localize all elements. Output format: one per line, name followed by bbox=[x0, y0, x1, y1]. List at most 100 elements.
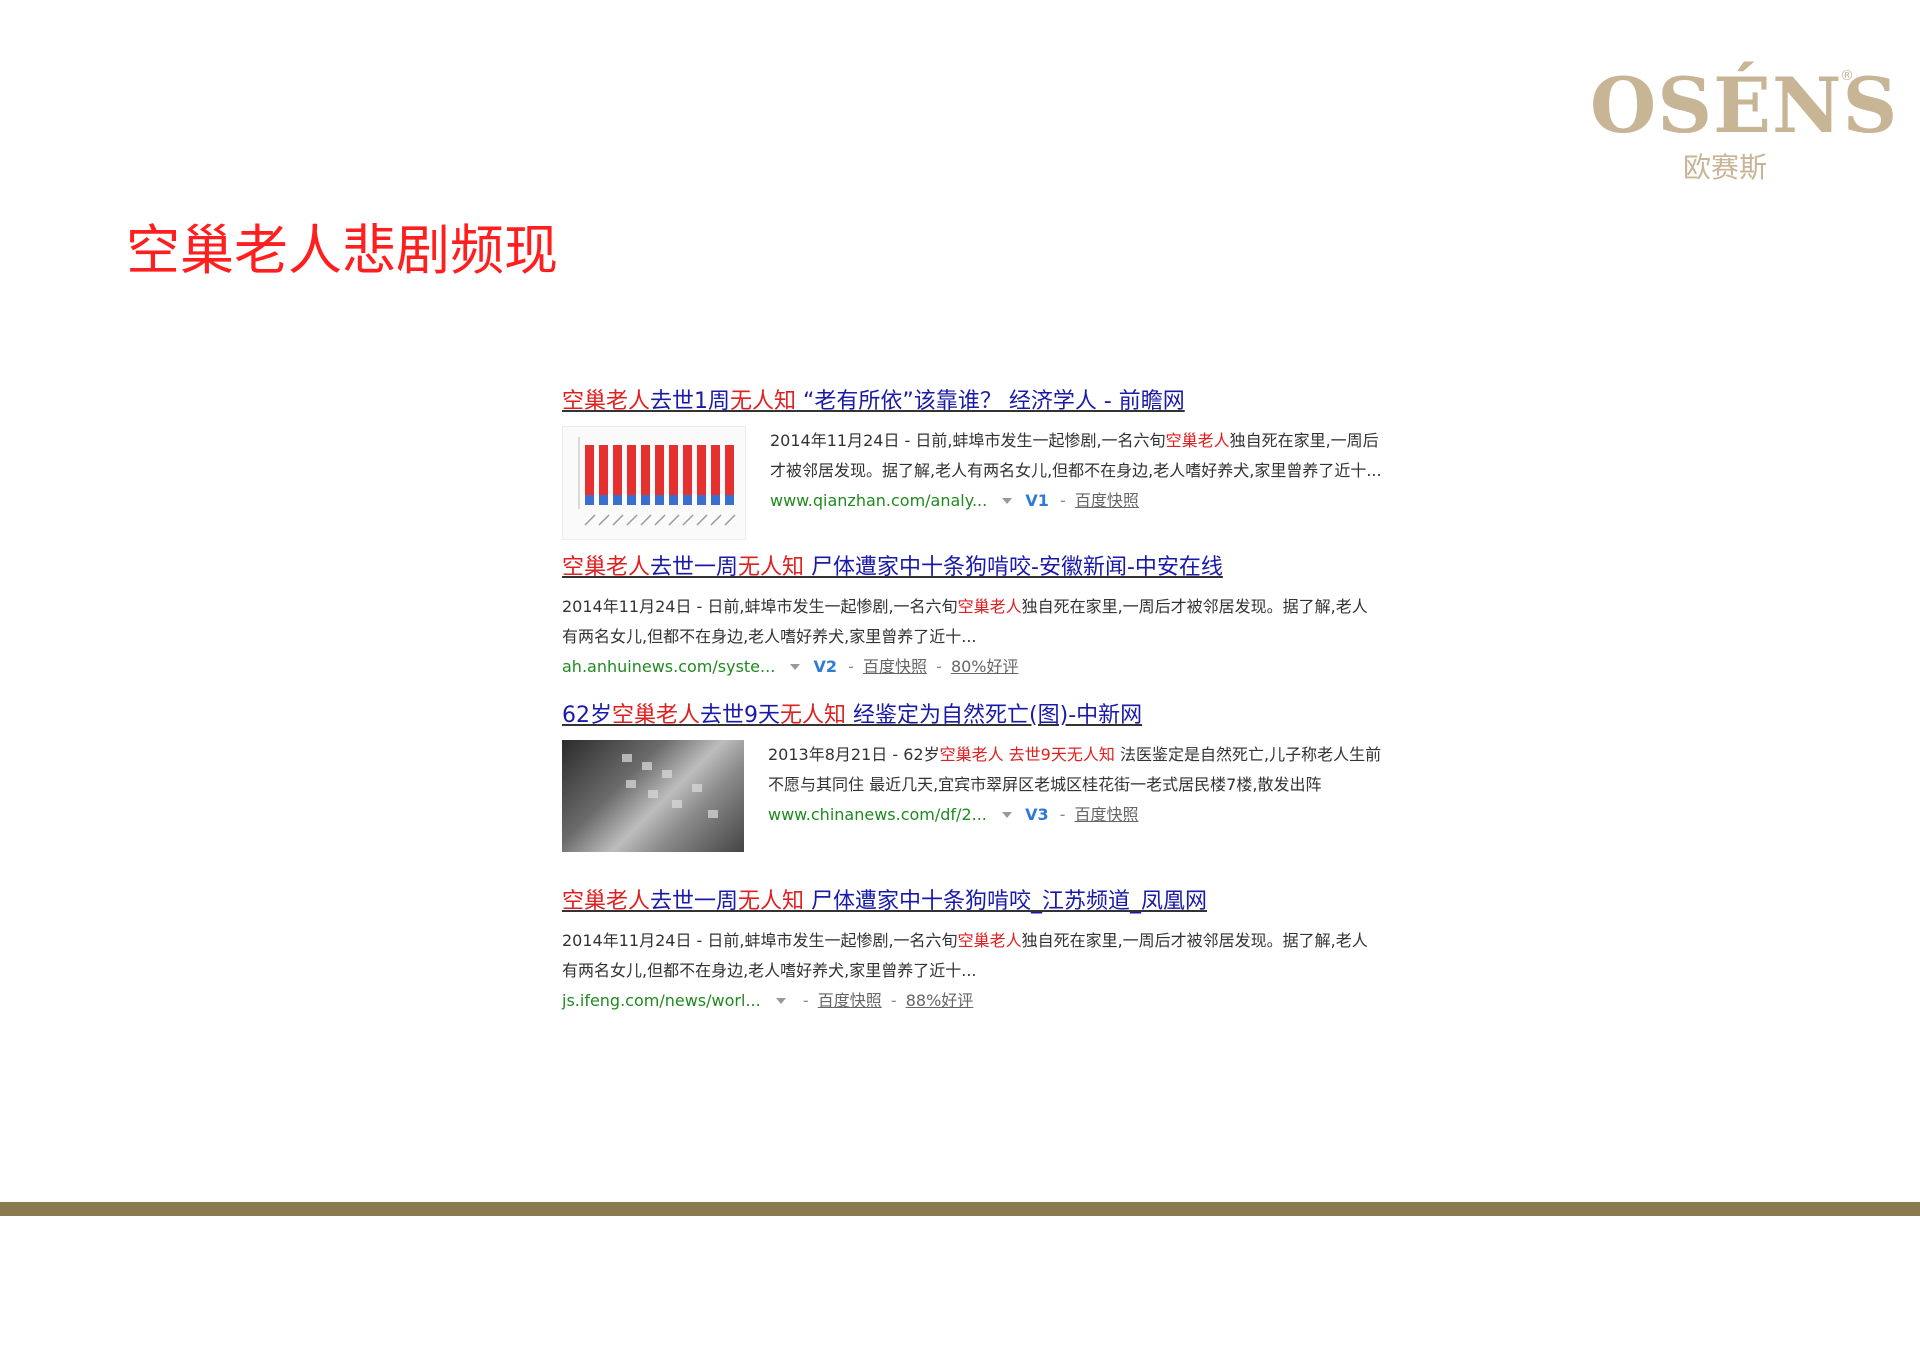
thumb-bar-red bbox=[655, 445, 664, 495]
result-url[interactable]: www.qianzhan.com/analy... bbox=[770, 491, 987, 510]
abstract-text: 2014年11月24日 - 日前,蚌埠市发生一起惨剧,一名六旬 bbox=[562, 931, 958, 950]
thumb-tick bbox=[640, 514, 652, 526]
abstract-highlight: 空巢老人 bbox=[957, 597, 1022, 616]
search-results-list: 空巢老人去世1周无人知 “老有所依”该靠谁？ 经济学人 - 前瞻网 2014年1… bbox=[562, 382, 1382, 1012]
result-title-link[interactable]: 空巢老人去世一周无人知 尸体遭家中十条狗啃咬-安徽新闻-中安在线 bbox=[562, 555, 1223, 580]
result-title-link[interactable]: 空巢老人去世1周无人知 “老有所依”该靠谁？ 经济学人 - 前瞻网 bbox=[562, 389, 1185, 414]
separator: - bbox=[1059, 805, 1066, 824]
title-keyword: 空巢老人 bbox=[612, 703, 701, 728]
verify-badge-icon[interactable]: V1 bbox=[1025, 491, 1049, 510]
result-abstract: 2014年11月24日 - 日前,蚌埠市发生一起惨剧,一名六旬空巢老人独自死在家… bbox=[562, 926, 1382, 986]
thumb-bar-blue bbox=[585, 495, 594, 505]
thumb-bar-blue bbox=[613, 495, 622, 505]
title-keyword: 无人知 bbox=[730, 389, 797, 414]
thumb-bar-blue bbox=[711, 495, 720, 505]
result-url[interactable]: js.ifeng.com/news/worl... bbox=[562, 991, 761, 1010]
thumb-bar-red bbox=[725, 445, 734, 495]
result-meta: ah.anhuinews.com/syste... V2 - 百度快照 - 80… bbox=[562, 652, 1382, 682]
title-text: 62岁 bbox=[562, 703, 612, 728]
thumb-tick bbox=[612, 514, 624, 526]
thumbnail-bar-chart bbox=[578, 437, 736, 526]
title-keyword: 空巢老人 bbox=[562, 389, 651, 414]
thumb-bar-blue bbox=[655, 495, 664, 505]
title-keyword: 无人知 bbox=[780, 703, 847, 728]
search-result: 空巢老人去世一周无人知 尸体遭家中十条狗啃咬-安徽新闻-中安在线 2014年11… bbox=[562, 548, 1382, 696]
thumb-tick bbox=[668, 514, 680, 526]
thumb-tick bbox=[682, 514, 694, 526]
result-title-link[interactable]: 空巢老人去世一周无人知 尸体遭家中十条狗啃咬_江苏频道_凤凰网 bbox=[562, 889, 1207, 914]
result-title-link[interactable]: 62岁空巢老人去世9天无人知 经鉴定为自然死亡(图)-中新网 bbox=[562, 703, 1142, 728]
abstract-text: 2013年8月21日 - 62岁 bbox=[768, 745, 940, 764]
result-abstract: 2014年11月24日 - 日前,蚌埠市发生一起惨剧,一名六旬空巢老人独自死在家… bbox=[770, 426, 1382, 486]
separator: - bbox=[848, 657, 854, 676]
thumb-bar-red bbox=[683, 445, 692, 495]
osens-logo: OSÉNS ® 欧赛斯 bbox=[1590, 68, 1897, 186]
separator: - bbox=[936, 657, 942, 676]
abstract-highlight: 空巢老人 bbox=[1165, 431, 1230, 450]
title-text: 去世1周 bbox=[650, 389, 731, 414]
baidu-snapshot-link[interactable]: 百度快照 bbox=[863, 657, 927, 676]
baidu-snapshot-link[interactable]: 百度快照 bbox=[1075, 805, 1139, 824]
separator: - bbox=[890, 991, 897, 1010]
result-abstract: 2014年11月24日 - 日前,蚌埠市发生一起惨剧,一名六旬空巢老人独自死在家… bbox=[562, 592, 1382, 652]
abstract-highlight: 去世9天 bbox=[1003, 745, 1067, 764]
result-title: 空巢老人去世一周无人知 尸体遭家中十条狗啃咬_江苏频道_凤凰网 bbox=[562, 882, 1382, 922]
result-url[interactable]: ah.anhuinews.com/syste... bbox=[562, 657, 775, 676]
thumb-tick bbox=[724, 514, 736, 526]
abstract-text: 2014年11月24日 - 日前,蚌埠市发生一起惨剧,一名六旬 bbox=[562, 597, 958, 616]
thumb-bar-red bbox=[641, 445, 650, 495]
thumb-bar-red bbox=[697, 445, 706, 495]
result-meta: www.chinanews.com/df/2... V3 - 百度快照 bbox=[768, 800, 1382, 830]
title-text: 去世一周 bbox=[650, 555, 739, 580]
thumb-bar-blue bbox=[627, 495, 636, 505]
separator: - bbox=[1060, 491, 1066, 510]
result-title: 62岁空巢老人去世9天无人知 经鉴定为自然死亡(图)-中新网 bbox=[562, 696, 1382, 736]
thumb-bar-red bbox=[613, 445, 622, 495]
thumb-tick bbox=[598, 514, 610, 526]
result-url[interactable]: www.chinanews.com/df/2... bbox=[768, 805, 987, 824]
abstract-highlight: 空巢老人 bbox=[957, 931, 1022, 950]
slide-title: 空巢老人悲剧频现 bbox=[126, 219, 558, 282]
thumb-bar-red bbox=[599, 445, 608, 495]
result-meta: js.ifeng.com/news/worl... - 百度快照 - 88%好评 bbox=[562, 986, 1382, 1016]
result-thumbnail-chart[interactable] bbox=[562, 426, 746, 540]
separator: - bbox=[802, 991, 809, 1010]
search-result: 62岁空巢老人去世9天无人知 经鉴定为自然死亡(图)-中新网 2013年8月21… bbox=[562, 696, 1382, 882]
result-thumbnail-photo[interactable] bbox=[562, 740, 744, 852]
abstract-highlight: 空巢老人 bbox=[939, 745, 1004, 764]
thumb-bar-blue bbox=[725, 495, 734, 505]
thumb-bar-blue bbox=[697, 495, 706, 505]
title-text: 去世一周 bbox=[650, 889, 739, 914]
title-keyword: 无人知 bbox=[738, 889, 805, 914]
thumb-tick bbox=[710, 514, 722, 526]
result-title: 空巢老人去世1周无人知 “老有所依”该靠谁？ 经济学人 - 前瞻网 bbox=[562, 382, 1382, 422]
title-keyword: 空巢老人 bbox=[562, 889, 651, 914]
title-keyword: 无人知 bbox=[738, 555, 805, 580]
title-text: “老有所依”该靠谁？ 经济学人 - 前瞻网 bbox=[796, 389, 1185, 414]
rating-link[interactable]: 80%好评 bbox=[951, 657, 1019, 676]
thumb-bar-blue bbox=[683, 495, 692, 505]
dropdown-arrow-icon[interactable] bbox=[1002, 497, 1013, 504]
title-text: 尸体遭家中十条狗啃咬_江苏频道_凤凰网 bbox=[804, 889, 1208, 914]
thumb-tick bbox=[584, 514, 596, 526]
dropdown-arrow-icon[interactable] bbox=[790, 663, 801, 670]
title-text: 去世9天 bbox=[700, 703, 781, 728]
rating-link[interactable]: 88%好评 bbox=[906, 991, 974, 1010]
dropdown-arrow-icon[interactable] bbox=[1001, 811, 1012, 818]
abstract-text: 2014年11月24日 - 日前,蚌埠市发生一起惨剧,一名六旬 bbox=[770, 431, 1166, 450]
baidu-snapshot-link[interactable]: 百度快照 bbox=[818, 991, 882, 1010]
thumb-bar-red bbox=[627, 445, 636, 495]
thumb-bar-blue bbox=[641, 495, 650, 505]
thumb-bar-blue bbox=[669, 495, 678, 505]
dropdown-arrow-icon[interactable] bbox=[775, 997, 786, 1004]
footer-divider bbox=[0, 1202, 1920, 1216]
thumb-bar-red bbox=[711, 445, 720, 495]
thumb-bar-red bbox=[585, 445, 594, 495]
verify-badge-icon[interactable]: V3 bbox=[1025, 805, 1049, 824]
result-title: 空巢老人去世一周无人知 尸体遭家中十条狗啃咬-安徽新闻-中安在线 bbox=[562, 548, 1382, 588]
thumb-bar-red bbox=[669, 445, 678, 495]
result-abstract: 2013年8月21日 - 62岁空巢老人 去世9天无人知 法医鉴定是自然死亡,儿… bbox=[768, 740, 1382, 800]
verify-badge-icon[interactable]: V2 bbox=[813, 657, 837, 676]
title-keyword: 空巢老人 bbox=[562, 555, 651, 580]
baidu-snapshot-link[interactable]: 百度快照 bbox=[1075, 491, 1139, 510]
